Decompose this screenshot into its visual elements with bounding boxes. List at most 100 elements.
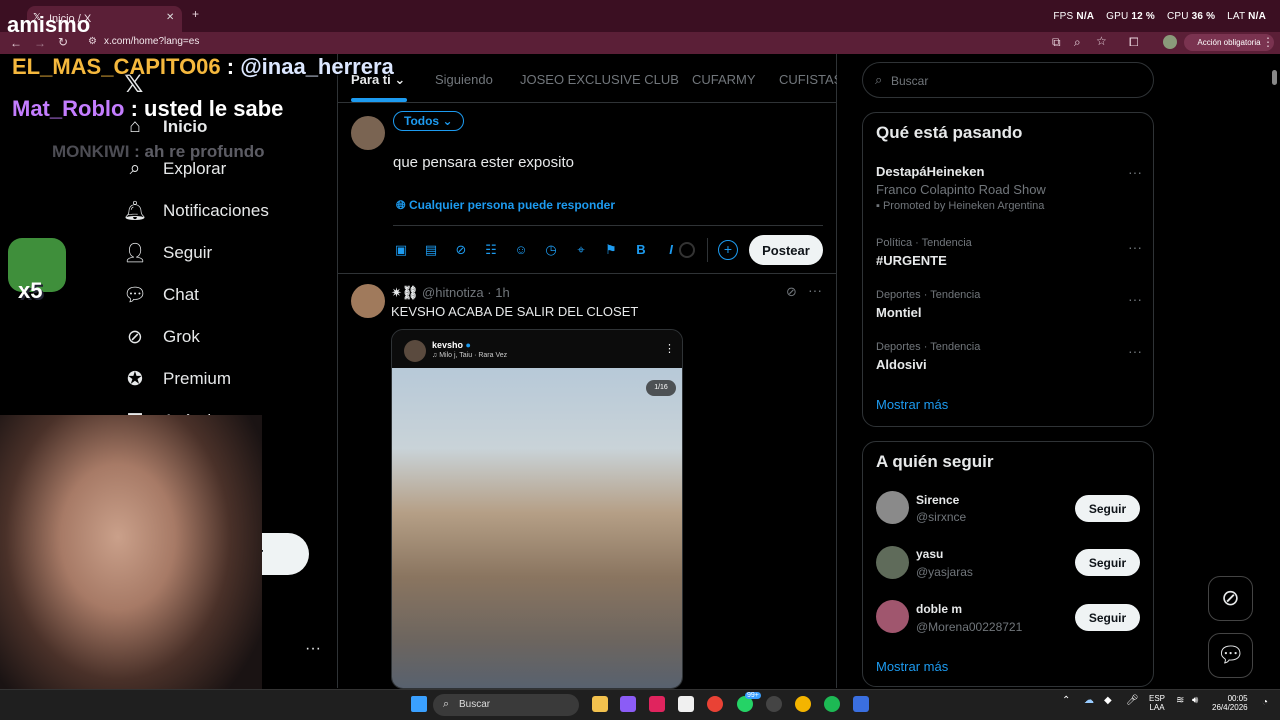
nav-item-seguir[interactable]: 👤︎ Seguir (123, 233, 212, 273)
follow-name[interactable]: Sirence (916, 493, 959, 507)
gif-icon[interactable]: ▤ (423, 242, 439, 258)
reply-settings[interactable]: 🌐︎ Cualquier persona puede responder (396, 198, 615, 213)
chevron-down-icon: ⌄ (394, 72, 406, 87)
onedrive-icon[interactable]: ☁ (1084, 695, 1094, 706)
emoji-icon[interactable]: ☺ (513, 242, 529, 258)
tab-siguiendo[interactable]: Siguiendo (435, 72, 493, 87)
browser-menu-icon[interactable]: ⋮ (1262, 35, 1274, 49)
trend-item[interactable]: DestapáHeineken Franco Colapinto Road Sh… (876, 164, 1142, 212)
postear-button[interactable]: Postear (749, 235, 823, 265)
avatar[interactable] (876, 491, 909, 524)
italic-icon[interactable]: I (663, 242, 679, 258)
follow-name[interactable]: yasu (916, 547, 943, 561)
app-icon[interactable] (620, 696, 636, 712)
avatar[interactable] (351, 116, 385, 150)
globe-icon: 🌐︎ (396, 198, 406, 212)
tweet-author[interactable]: ✷⛓ @hitnotiza · 1h (391, 285, 510, 301)
volume-icon[interactable]: 🔊︎ (1192, 695, 1198, 706)
back-icon[interactable]: ← (10, 36, 22, 50)
taskbar-search[interactable]: ⌕ Buscar (433, 694, 579, 716)
add-thread-button[interactable]: + (718, 240, 738, 260)
more-icon[interactable]: ··· (1128, 239, 1142, 255)
more-icon[interactable]: ··· (1128, 164, 1142, 180)
schedule-icon[interactable]: ◷ (543, 242, 559, 258)
chrome-icon[interactable] (795, 696, 811, 712)
grok-icon[interactable]: ⊘ (453, 242, 469, 258)
more-icon[interactable]: ··· (808, 282, 822, 298)
file-explorer-icon[interactable] (592, 696, 608, 712)
avatar[interactable] (876, 600, 909, 633)
new-tab-icon[interactable]: + (192, 7, 199, 21)
tray-app-icon[interactable]: ◆ (1104, 695, 1112, 706)
location-icon[interactable]: ⌖ (573, 242, 589, 258)
more-vertical-icon: ⋮ (664, 343, 675, 355)
grok-floating-button[interactable]: ⊘ (1208, 576, 1253, 621)
account-menu-icon[interactable]: ··· (305, 640, 321, 658)
performance-overlay: FPS N/A GPU 12 % CPU 36 % LAT N/A (1053, 11, 1266, 22)
tweet-media[interactable]: kevsho ● ♫ Milo j, Taiu · Rara Vez ⋮ 1/1… (391, 329, 683, 689)
verified-badge-icon: ● (465, 340, 471, 350)
flag-icon[interactable]: ⚑ (603, 242, 619, 258)
zoom-icon[interactable]: ⌕ (1074, 35, 1081, 50)
trend-item[interactable]: Política · Tendencia #URGENTE ··· (876, 237, 1142, 268)
trend-item[interactable]: Deportes · Tendencia Aldosivi ··· (876, 341, 1142, 372)
follow-button[interactable]: Seguir (1075, 549, 1140, 576)
tray-overflow-icon[interactable]: ⌃ (1062, 695, 1070, 706)
avatar (404, 340, 426, 362)
clock[interactable]: 00:05 26/4/2026 (1212, 694, 1248, 712)
language-indicator[interactable]: ESP LAA (1149, 694, 1165, 712)
spotify-icon[interactable] (824, 696, 840, 712)
audience-dropdown[interactable]: Todos ⌄ (393, 111, 464, 131)
tweet-text: KEVSHO ACABA DE SALIR DEL CLOSET (391, 304, 639, 319)
tab-joseo-exclusive-club[interactable]: JOSEO EXCLUSIVE CLUB (520, 72, 679, 87)
follow-name[interactable]: doble m (916, 602, 962, 616)
divider (707, 238, 708, 262)
windows-start-icon[interactable] (411, 696, 427, 712)
url-field[interactable]: x.com/home?lang=es (104, 36, 199, 47)
nav-item-chat[interactable]: 💬︎ Chat (123, 275, 199, 315)
action-required-button[interactable]: Acción obligatoria (1184, 34, 1274, 51)
nav-item-grok[interactable]: ⊘ Grok (124, 317, 200, 357)
search-input[interactable]: ⌕ Buscar (862, 62, 1154, 98)
app-icon[interactable] (853, 696, 869, 712)
follow-button[interactable]: Seguir (1075, 495, 1140, 522)
extensions-icon[interactable]: ⧠ (1129, 35, 1139, 50)
messages-floating-button[interactable]: 💬︎ (1208, 633, 1253, 678)
grok-icon[interactable]: ⊘ (786, 284, 797, 300)
poll-icon[interactable]: ☷ (483, 242, 499, 258)
tab-cufarmy[interactable]: CUFARMY (692, 72, 756, 87)
notifications-icon[interactable]: ◔ (1262, 697, 1268, 708)
premium-icon: ✪ (127, 368, 143, 390)
divider (338, 273, 836, 274)
avatar[interactable] (876, 546, 909, 579)
app-icon[interactable] (649, 696, 665, 712)
app-icon[interactable] (766, 696, 782, 712)
image-counter: 1/16 (646, 380, 676, 396)
chrome-icon[interactable] (707, 696, 723, 712)
install-app-icon[interactable]: ⧉ (1052, 35, 1061, 50)
wifi-icon[interactable]: ≋ (1176, 695, 1184, 706)
more-icon[interactable]: ··· (1128, 291, 1142, 307)
bold-icon[interactable]: B (633, 242, 649, 258)
store-icon[interactable] (678, 696, 694, 712)
bookmark-star-icon[interactable]: ☆ (1096, 34, 1107, 48)
forward-icon[interactable]: → (34, 36, 46, 50)
compose-textarea[interactable]: que pensara ester exposito (393, 154, 574, 171)
nav-item-notificaciones[interactable]: 🔔︎ Notificaciones (123, 191, 269, 231)
tab-cufistas[interactable]: CUFISTAS (779, 72, 837, 87)
microphone-icon[interactable]: 🎤︎ (1126, 695, 1139, 706)
scrollbar[interactable] (1272, 70, 1277, 85)
show-more-follow-link[interactable]: Mostrar más (876, 659, 948, 674)
trend-item[interactable]: Deportes · Tendencia Montiel ··· (876, 289, 1142, 320)
chevron-down-icon: ⌄ (442, 114, 453, 128)
search-icon: ⌕ (875, 72, 883, 87)
more-icon[interactable]: ··· (1128, 343, 1142, 359)
image-icon[interactable]: ▣ (393, 242, 409, 258)
nav-item-premium[interactable]: ✪ Premium (124, 359, 231, 399)
close-tab-icon[interactable]: ✕ (166, 12, 174, 23)
avatar[interactable] (351, 284, 385, 318)
follow-handle: @Morena00228721 (916, 620, 1023, 634)
follow-button[interactable]: Seguir (1075, 604, 1140, 631)
show-more-trends-link[interactable]: Mostrar más (876, 397, 948, 412)
profile-avatar[interactable] (1163, 35, 1177, 49)
